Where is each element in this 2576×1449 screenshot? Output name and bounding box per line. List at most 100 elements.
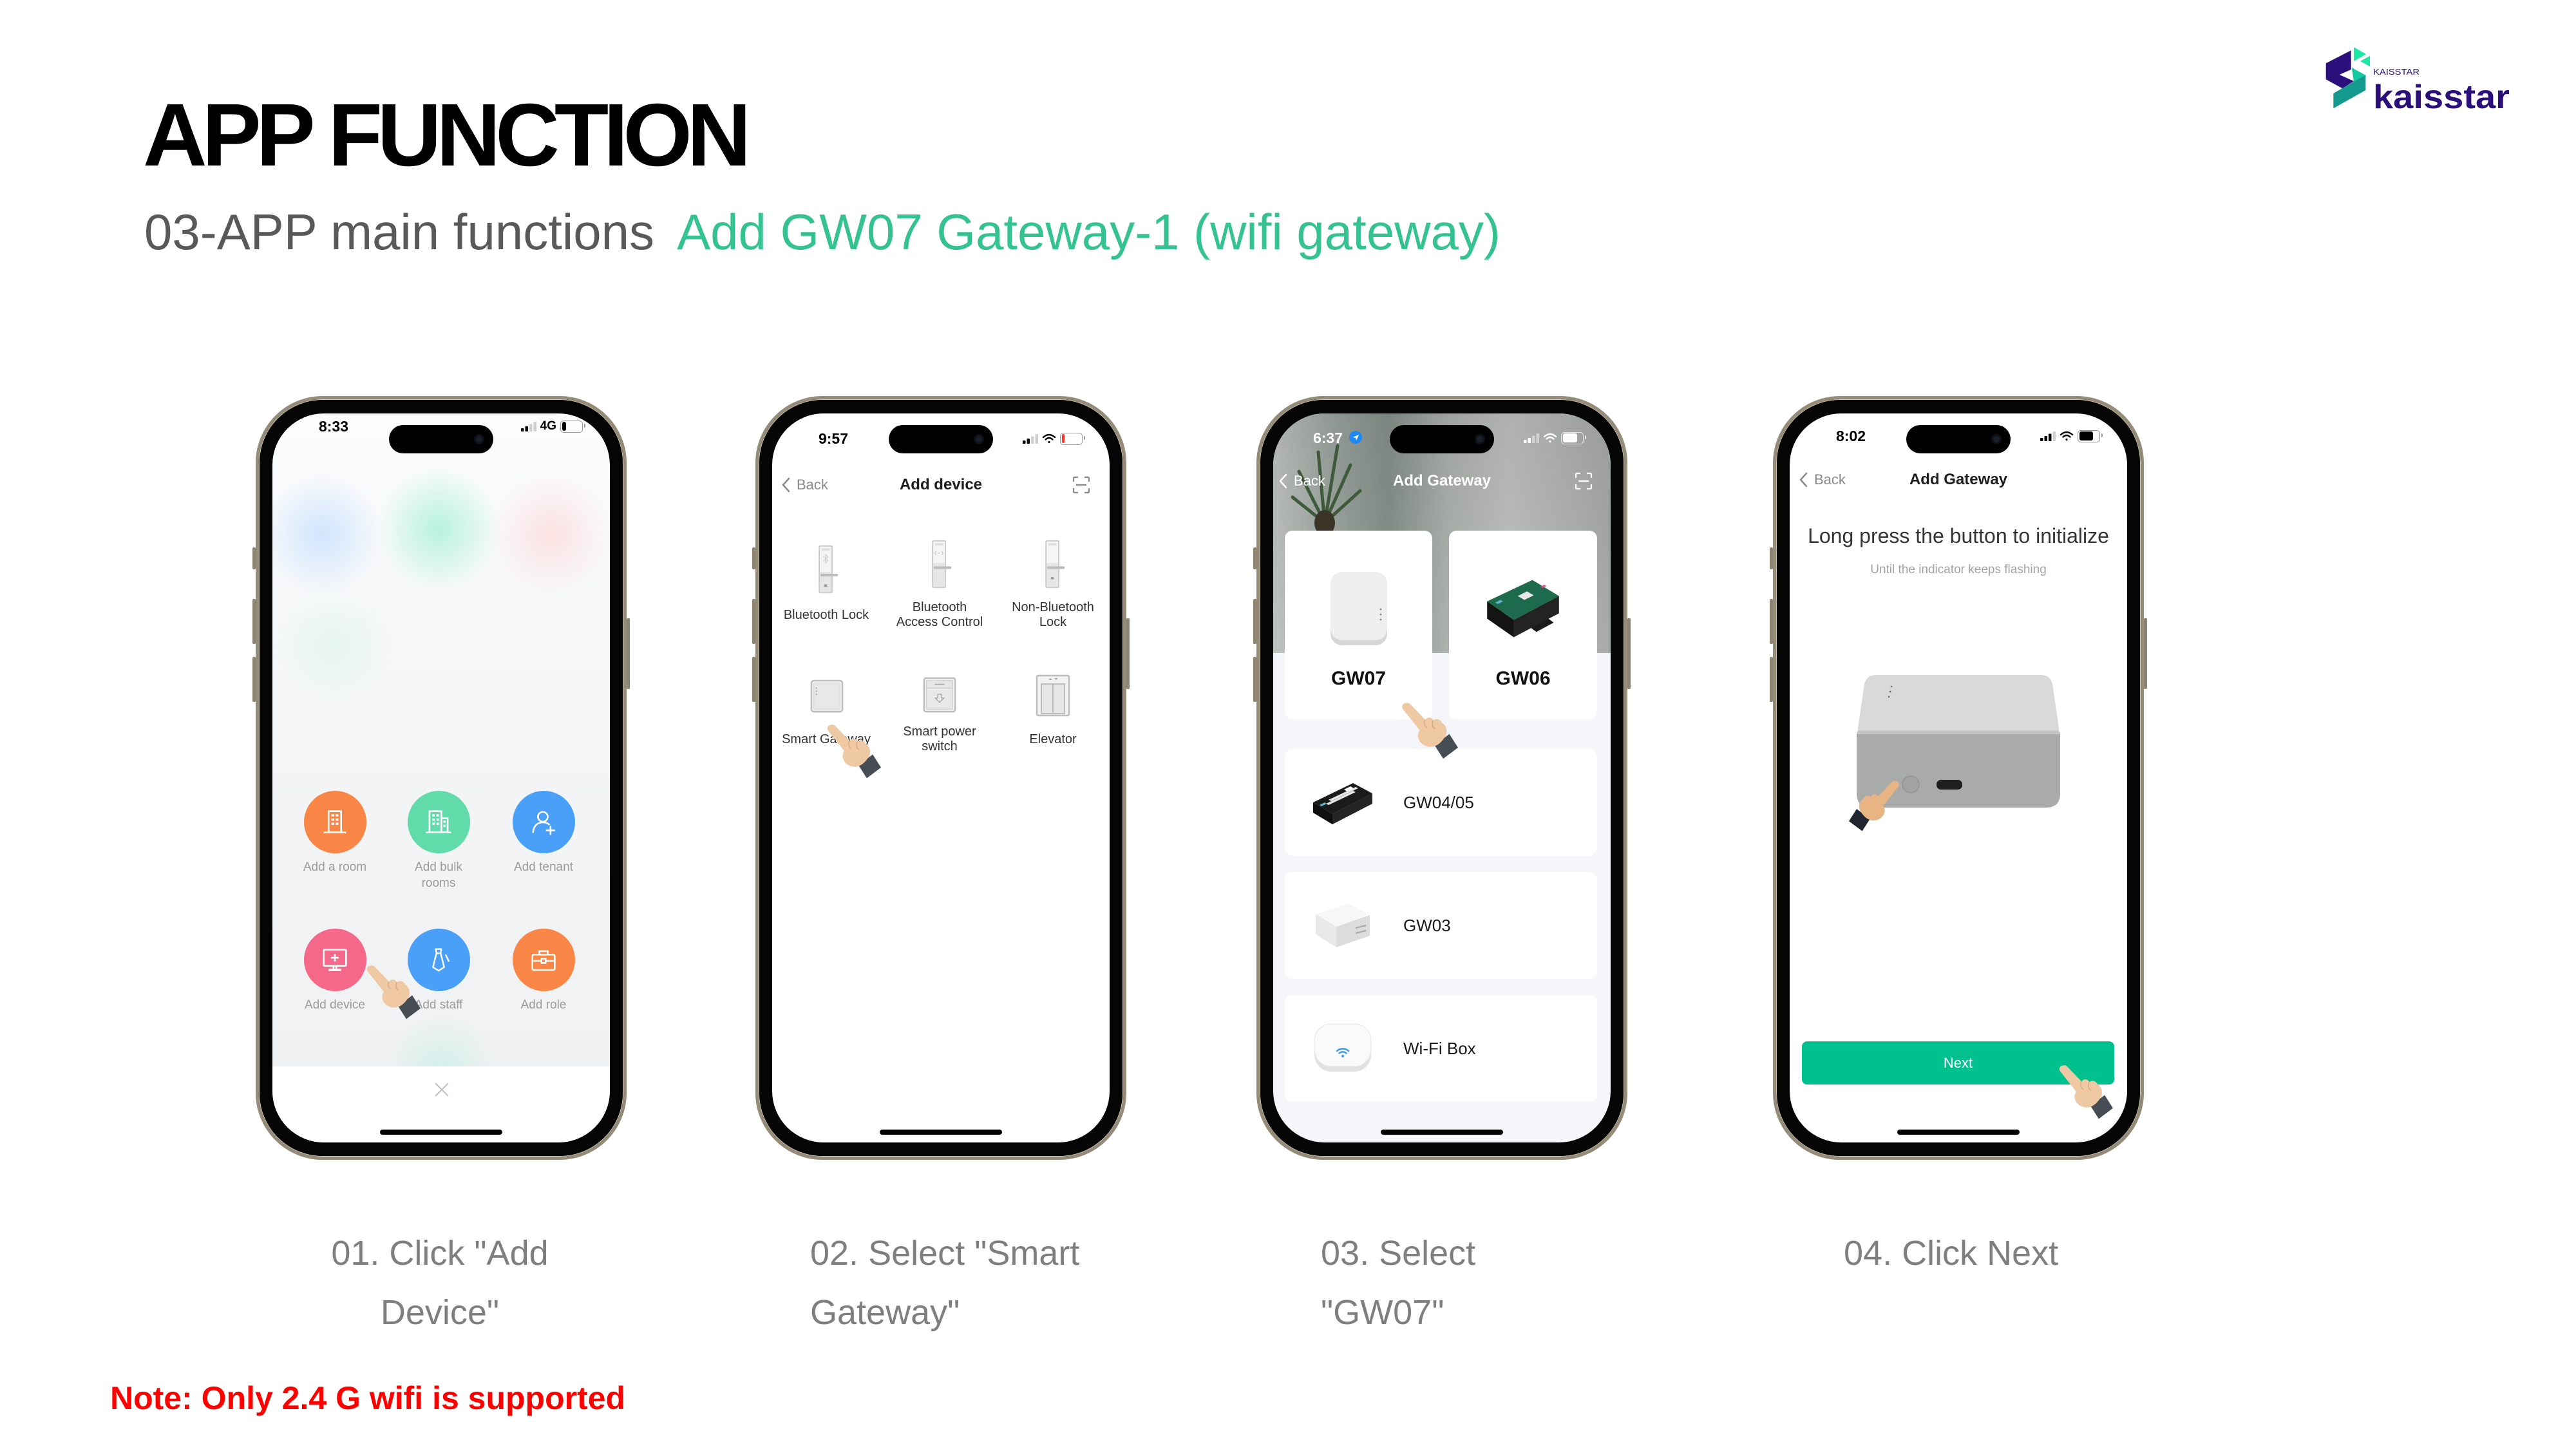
- battery-level: [562, 422, 566, 431]
- action-add-bulk-rooms[interactable]: Add bulk rooms: [400, 791, 477, 891]
- logo-mark-dark: [2325, 50, 2354, 89]
- status-indicators: [1524, 431, 1586, 444]
- action-label: Add tenant: [514, 860, 573, 874]
- screen-title: Add Gateway: [1909, 471, 2008, 488]
- volume-down-button: [1770, 657, 1773, 702]
- close-icon[interactable]: [433, 1081, 450, 1098]
- gateway-row-gw03[interactable]: GW03: [1285, 872, 1597, 979]
- power-button: [1627, 618, 1631, 689]
- home-indicator: [380, 1130, 502, 1135]
- device-type-label[interactable]: Smart power switch: [893, 724, 986, 754]
- volume-up-button: [1770, 599, 1773, 644]
- app-screen-add-device: 9:57 Back Add device Bluetooth Lock Blue…: [772, 413, 1110, 1142]
- hand-pointer-icon: [2059, 1065, 2113, 1119]
- volume-down-button: [752, 657, 755, 702]
- volume-up-button: [252, 599, 256, 644]
- step-caption-4: 04. Click Next: [1844, 1234, 2059, 1273]
- access-control-icon[interactable]: [927, 540, 952, 589]
- background-glow: [272, 581, 398, 710]
- status-time: 9:57: [818, 430, 849, 447]
- status-indicators: [2040, 430, 2103, 442]
- screen-title: Add Gateway: [1392, 472, 1492, 489]
- volume-up-button: [752, 599, 755, 644]
- home-indicator: [880, 1130, 1002, 1135]
- action-label: Add role: [520, 998, 567, 1012]
- device-type-label[interactable]: Bluetooth Access Control: [893, 600, 986, 630]
- phone-step-4: 8:02 Back Add Gateway Long press the but…: [1770, 396, 2147, 1160]
- action-button: [1770, 547, 1773, 569]
- gw03-device-image: [1316, 904, 1370, 947]
- action-add-room[interactable]: Add a room: [296, 791, 374, 875]
- hand-pointer-icon: [827, 724, 881, 779]
- action-button: [252, 547, 256, 569]
- gateway-name: GW06: [1495, 668, 1551, 689]
- device-type-label[interactable]: Bluetooth Lock: [780, 600, 873, 630]
- gateway-name: Wi-Fi Box: [1403, 1039, 1476, 1058]
- signal-icon: [2040, 431, 2056, 441]
- camera-icon: [474, 434, 484, 444]
- power-switch-icon[interactable]: [922, 676, 957, 714]
- action-add-tenant[interactable]: Add tenant: [505, 791, 582, 875]
- wifi-note: Note: Only 2.4 G wifi is supported: [110, 1380, 626, 1416]
- location-arrow-icon: [1349, 431, 1362, 444]
- buildings-icon: [426, 810, 451, 833]
- volume-down-button: [1253, 657, 1256, 702]
- status-time: 8:02: [1835, 428, 1866, 444]
- building-icon: [323, 810, 346, 833]
- gateway-card-gw07[interactable]: GW07: [1285, 531, 1432, 719]
- elevator-icon[interactable]: [1035, 674, 1071, 717]
- action-icon-circle: [512, 929, 575, 991]
- step-caption-2: 02. Select "Smart Gateway": [810, 1234, 1080, 1332]
- background-glow: [486, 469, 610, 598]
- camera-icon: [1991, 434, 2002, 444]
- action-add-role[interactable]: Add role: [505, 929, 582, 1013]
- subtitle-section: 03-APP main functions: [144, 204, 654, 260]
- step-caption-3: 03. Select "GW07": [1321, 1234, 1476, 1332]
- gw04-05-device-image: [1313, 783, 1372, 824]
- home-indicator: [1381, 1130, 1503, 1135]
- gateway-name: GW07: [1331, 668, 1387, 689]
- device-type-label[interactable]: Non-Bluetooth Lock: [1007, 600, 1099, 630]
- app-screen-initialize-gateway: 8:02 Back Add Gateway Long press the but…: [1790, 413, 2127, 1142]
- status-indicators: 4G: [520, 420, 585, 433]
- phone-step-3: 6:37 Back Add Gateway GW07 GW06 GW04/05 …: [1253, 396, 1631, 1160]
- step-caption-1: 01. Click "Add Device": [331, 1234, 549, 1332]
- battery-level: [1061, 434, 1065, 443]
- action-button: [752, 547, 755, 569]
- scan-icon[interactable]: [1575, 472, 1593, 490]
- gateway-row-gw04-05[interactable]: GW04/05: [1285, 749, 1597, 856]
- background-glow: [374, 464, 503, 593]
- gw07-device-image: [1330, 572, 1387, 645]
- add-device-icon: [323, 948, 347, 971]
- briefcase-icon: [531, 950, 556, 971]
- action-icon-circle: [303, 791, 366, 853]
- action-label: Add a room: [303, 860, 367, 874]
- action-label: Add bulk rooms: [415, 860, 462, 890]
- screen-title: Add device: [899, 476, 983, 493]
- phone-step-1: 8:33 4G Add a room Add bulk rooms Add te…: [252, 396, 630, 1160]
- power-button: [2144, 618, 2147, 689]
- power-button: [627, 618, 630, 689]
- lock-icon[interactable]: [1040, 540, 1066, 589]
- hand-pointer-icon: [1849, 781, 1899, 831]
- device-type-label[interactable]: Elevator: [1007, 724, 1099, 754]
- add-user-icon: [532, 810, 556, 835]
- status-time: 8:33: [318, 418, 349, 435]
- bluetooth-lock-icon[interactable]: [813, 545, 839, 594]
- gateway-row-wifi-box[interactable]: Wi-Fi Box: [1285, 995, 1597, 1102]
- action-icon-circle: [407, 791, 470, 853]
- gateway-icon[interactable]: [810, 679, 844, 714]
- battery-level: [1562, 433, 1577, 442]
- app-screen-add-gateway: 6:37 Back Add Gateway GW07 GW06 GW04/05 …: [1273, 413, 1611, 1142]
- battery-icon: [560, 420, 585, 433]
- gateway-card-gw06[interactable]: GW06: [1449, 531, 1597, 719]
- app-screen-quick-actions: 8:33 4G Add a room Add bulk rooms Add te…: [272, 413, 610, 1142]
- camera-icon: [974, 434, 984, 444]
- battery-icon: [2078, 430, 2103, 442]
- action-icon-circle: [303, 929, 366, 991]
- hand-pointer-icon: [1402, 703, 1458, 759]
- page-subtitle: 03-APP main functions Add GW07 Gateway-1 …: [144, 207, 1501, 257]
- page-title: APP FUNCTION: [143, 86, 752, 185]
- signal-icon: [1524, 433, 1539, 443]
- scan-icon[interactable]: [1072, 476, 1090, 494]
